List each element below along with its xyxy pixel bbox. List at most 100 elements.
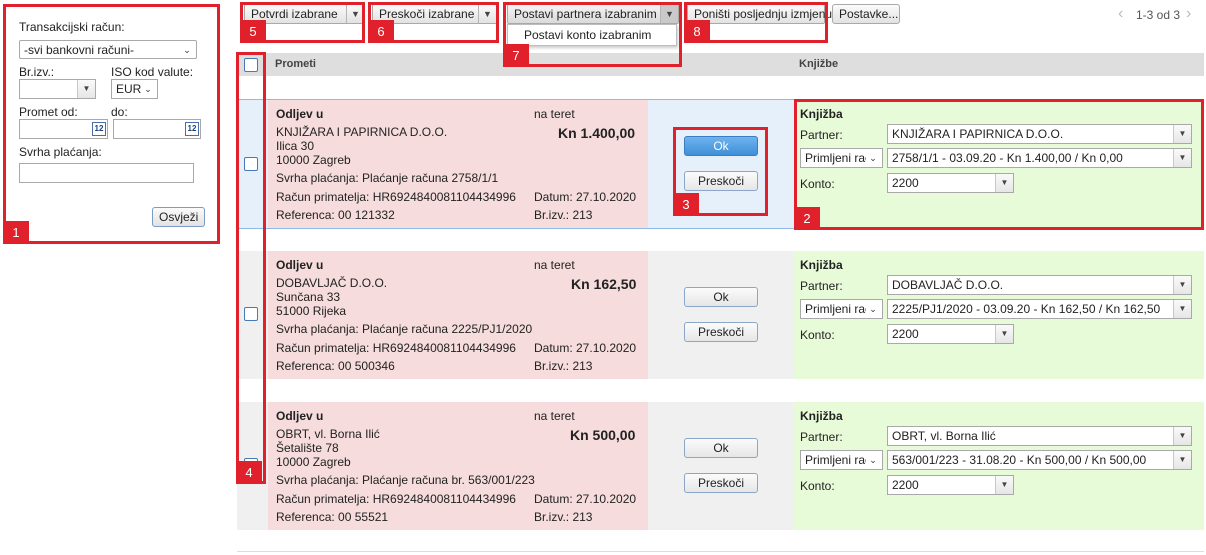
knjizba-title: Knjižba [800, 258, 843, 272]
select-all-checkbox[interactable] [244, 58, 258, 72]
doc-type-select[interactable]: Primljeni raču ⌄ [800, 299, 883, 319]
brizv-select[interactable]: ▼ [19, 79, 96, 99]
refresh-button[interactable]: Osvježi [152, 207, 206, 227]
tx-account: Račun primatelja: HR6924840081104434996 [276, 492, 516, 506]
tx-city: 10000 Zagreb [276, 153, 351, 167]
skip-button[interactable]: Preskoči [684, 473, 758, 493]
set-partner-dropdown-menu: Postavi konto izabranim [507, 24, 677, 46]
tx-street: Ilica 30 [276, 139, 315, 153]
promet-od-label: Promet od: [19, 105, 78, 119]
iso-select[interactable]: EUR ⌄ [111, 79, 158, 99]
svrha-input[interactable] [19, 163, 194, 183]
tx-brizv: Br.izv.: 213 [534, 208, 593, 222]
partner-select[interactable]: KNJIŽARA I PAPIRNICA D.O.O. ▼ [887, 124, 1192, 144]
partner-select[interactable]: OBRT, vl. Borna Ilić ▼ [887, 426, 1192, 446]
knjizba-title: Knjižba [800, 409, 843, 423]
tx-direction: na teret [534, 409, 575, 423]
next-page-icon[interactable]: › [1186, 5, 1191, 23]
skip-button[interactable]: Preskoči [684, 322, 758, 342]
document-select[interactable]: 563/001/223 - 31.08.20 - Kn 500,00 / Kn … [887, 450, 1192, 470]
annotation-label-8: 8 [684, 20, 710, 43]
document-select-value: 563/001/223 - 31.08.20 - Kn 500,00 / Kn … [892, 453, 1147, 467]
ok-button[interactable]: Ok [684, 136, 758, 156]
tx-name: KNJIŽARA I PAPIRNICA D.O.O. [276, 125, 448, 139]
ok-button[interactable]: Ok [684, 287, 758, 307]
document-select[interactable]: 2758/1/1 - 03.09.20 - Kn 1.400,00 / Kn 0… [887, 148, 1192, 168]
brizv-label: Br.izv.: [19, 65, 55, 79]
skip-button[interactable]: Preskoči [684, 171, 758, 191]
tx-account: Račun primatelja: HR6924840081104434996 [276, 341, 516, 355]
chevron-down-icon[interactable]: ▼ [660, 5, 678, 23]
col-prometi-header: Prometi [275, 58, 316, 70]
iso-label: ISO kod valute: [111, 65, 194, 79]
annotation-label-6: 6 [368, 20, 394, 43]
tx-amount: Kn 1.400,00 [558, 125, 636, 141]
iso-select-value: EUR [116, 82, 142, 96]
chevron-down-icon: ▼ [1173, 149, 1191, 167]
tx-type: Odljev u [276, 409, 324, 423]
tx-amount: Kn 500,00 [570, 427, 636, 443]
doc-type-select[interactable]: Primljeni raču ⌄ [800, 148, 883, 168]
chevron-down-icon: ▼ [77, 80, 95, 98]
chevron-down-icon: ⌄ [866, 300, 880, 318]
tx-name: DOBAVLJAČ D.O.O. [276, 276, 388, 290]
do-label: do: [111, 105, 128, 119]
partner-select-value: OBRT, vl. Borna Ilić [892, 429, 996, 443]
partner-select[interactable]: DOBAVLJAČ D.O.O. ▼ [887, 275, 1192, 295]
annotation-label-1: 1 [3, 221, 29, 244]
row-checkbox[interactable] [244, 157, 258, 171]
col-knjizbe-header: Knjižbe [799, 58, 839, 70]
svrha-label: Svrha plaćanja: [19, 145, 102, 159]
document-select-value: 2225/PJ1/2020 - 03.09.20 - Kn 162,50 / K… [892, 302, 1161, 316]
ok-button[interactable]: Ok [684, 438, 758, 458]
tx-reference: Referenca: 00 55521 [276, 510, 389, 524]
konto-select-value: 2200 [892, 327, 919, 341]
tx-brizv: Br.izv.: 213 [534, 510, 593, 524]
doc-type-select[interactable]: Primljeni raču ⌄ [800, 450, 883, 470]
partner-label: Partner: [800, 128, 843, 142]
calendar-icon[interactable]: 12 [92, 122, 106, 136]
tx-date: Datum: 27.10.2020 [534, 190, 637, 204]
partner-label: Partner: [800, 279, 843, 293]
tx-reference: Referenca: 00 121332 [276, 208, 395, 222]
chevron-down-icon[interactable]: ▼ [346, 5, 364, 23]
tx-date: Datum: 27.10.2020 [534, 341, 637, 355]
divider [237, 551, 1204, 552]
annotation-label-2: 2 [794, 207, 820, 230]
chevron-down-icon: ▼ [1173, 300, 1191, 318]
chevron-down-icon: ⌄ [183, 45, 191, 55]
konto-select[interactable]: 2200 ▼ [887, 324, 1014, 344]
chevron-down-icon: ▼ [1173, 451, 1191, 469]
chevron-down-icon: ▼ [1173, 125, 1191, 143]
prev-page-icon[interactable]: ‹ [1118, 5, 1123, 23]
chevron-down-icon: ▼ [995, 174, 1013, 192]
konto-label: Konto: [800, 479, 835, 493]
annotation-label-3: 3 [673, 193, 699, 216]
tx-purpose: Svrha plaćanja: Plaćanje računa br. 563/… [276, 473, 535, 487]
chevron-down-icon: ⌄ [866, 149, 880, 167]
annotation-label-4: 4 [236, 461, 262, 484]
skip-selected-label: Preskoči izabrane [379, 7, 475, 21]
account-select[interactable]: -svi bankovni računi- ⌄ [19, 40, 197, 59]
row-checkbox[interactable] [244, 307, 258, 321]
konto-select-value: 2200 [892, 478, 919, 492]
tx-city: 10000 Zagreb [276, 455, 351, 469]
partner-select-value: KNJIŽARA I PAPIRNICA D.O.O. [892, 127, 1064, 141]
konto-select[interactable]: 2200 ▼ [887, 173, 1014, 193]
document-select[interactable]: 2225/PJ1/2020 - 03.09.20 - Kn 162,50 / K… [887, 299, 1192, 319]
settings-button[interactable]: Postavke... [832, 4, 900, 24]
konto-select[interactable]: 2200 ▼ [887, 475, 1014, 495]
set-partner-button[interactable]: Postavi partnera izabranim ▼ [507, 4, 679, 24]
tx-city: 51000 Rijeka [276, 304, 347, 318]
tx-street: Šetalište 78 [276, 441, 339, 455]
chevron-down-icon[interactable]: ▼ [478, 5, 496, 23]
chevron-down-icon: ▼ [1173, 427, 1191, 445]
calendar-icon[interactable]: 12 [185, 122, 199, 136]
annotation-label-7: 7 [503, 44, 529, 67]
account-label: Transakcijski račun: [19, 20, 125, 34]
confirm-selected-label: Potvrdi izabrane [251, 7, 338, 21]
set-konto-menu-item[interactable]: Postavi konto izabranim [524, 28, 651, 42]
tx-direction: na teret [534, 107, 575, 121]
annotation-label-5: 5 [240, 20, 266, 43]
tx-type: Odljev u [276, 258, 324, 272]
